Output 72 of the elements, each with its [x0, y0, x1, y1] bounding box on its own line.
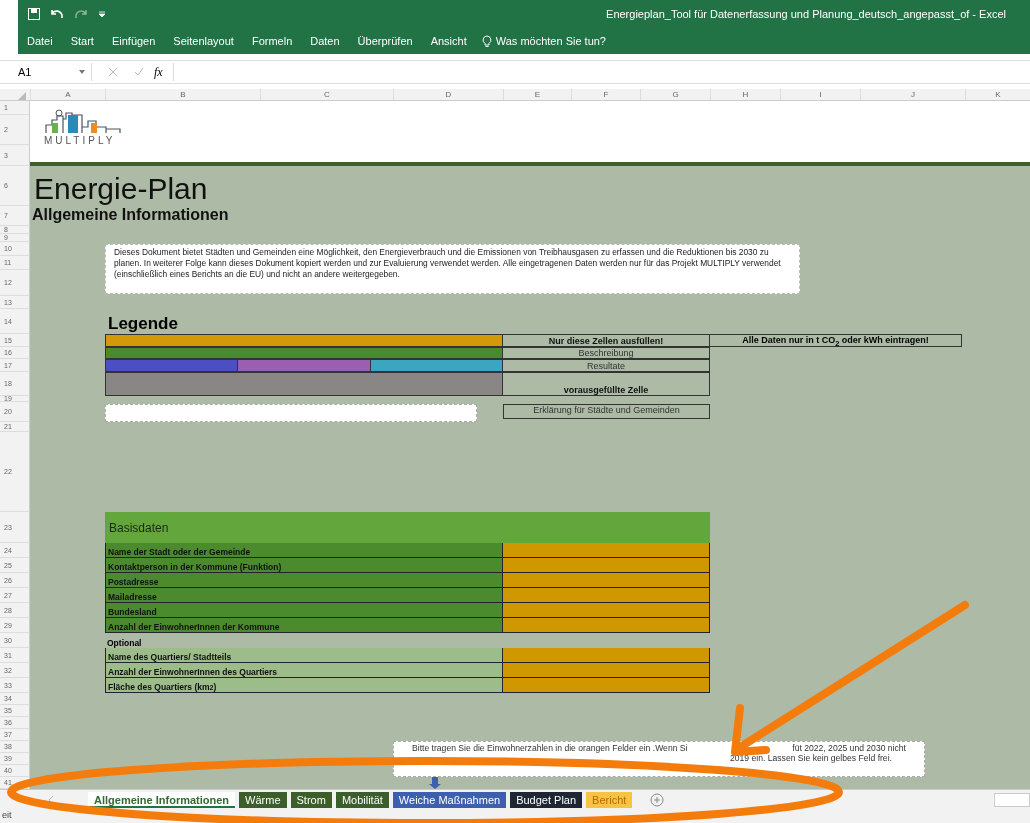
input-cell[interactable] — [503, 573, 710, 588]
legend-label: vorausgefüllte Zelle — [503, 372, 710, 396]
column-header[interactable]: E — [503, 89, 571, 100]
field-label: Name der Stadt oder der Gemeinde — [105, 543, 503, 558]
optional-label: Optional — [106, 638, 143, 648]
field-label: Anzahl der EinwohnerInnen des Quartiers — [105, 663, 503, 678]
column-header[interactable]: J — [860, 89, 965, 100]
undo-icon[interactable] — [50, 8, 64, 20]
sheet-tab[interactable]: Weiche Maßnahmen — [392, 792, 507, 808]
ribbon-tab[interactable]: Seitenlayout — [164, 35, 243, 47]
intro-text-box: Dieses Dokument bietet Städten und Gemeinden eine Möglichkeit, den Energieverbrauch und die Emissionen von Treibhausgasen zu erfassen und die Reduktionen bis 2030 zu planen. In weiterer Folge kann dieses Dokument kopiert werden und zur Evaluierung verwendet werden. Alle eingetragenen Daten werden nur für das Projekt MULTIPLY verwendet (einschließlich eines Berichts an die EU) und nicht an andere weitergegeben. — [105, 244, 800, 294]
ribbon-tab[interactable]: Einfügen — [102, 35, 165, 47]
ribbon-tab[interactable]: Ansicht — [421, 35, 476, 47]
tell-me-search[interactable]: Was möchten Sie tun? — [475, 33, 612, 49]
column-header[interactable]: D — [393, 89, 503, 100]
caret-icon — [79, 70, 85, 74]
ribbon-tab[interactable]: Start — [61, 35, 103, 47]
redo-icon[interactable] — [74, 8, 88, 20]
note-text: 2019 ein. Lassen Sie kein gelbes Feld frei. — [729, 753, 893, 763]
save-icon[interactable] — [28, 8, 40, 20]
input-cell[interactable] — [503, 663, 710, 678]
multiply-logo: MULTIPLY — [30, 101, 260, 166]
note-text: füt 2022, 2025 und 2030 nicht — [792, 743, 906, 753]
ribbon-tab[interactable]: Daten — [301, 35, 349, 47]
input-cell[interactable] — [503, 678, 710, 693]
input-cell[interactable] — [503, 558, 710, 573]
legend-title: Legende — [107, 314, 179, 334]
field-label: Anzahl der EinwohnerInnen der Kommune — [105, 618, 503, 633]
column-header[interactable]: C — [260, 89, 393, 100]
legend-label: Nur diese Zellen ausfüllen! — [503, 334, 710, 347]
legend-label: Resultate — [503, 359, 710, 372]
legend-note: Alle Daten nur in t CO$_{2}$ oder kWh eintragen! — [710, 334, 962, 347]
field-label: Bundesland — [105, 603, 503, 618]
horizontal-scrollbar[interactable] — [994, 793, 1030, 807]
input-cell[interactable] — [503, 618, 710, 633]
sheet-tab[interactable]: Allgemeine Informationen — [88, 792, 236, 808]
sheet-tab[interactable]: Budget Plan — [510, 792, 583, 808]
input-cell[interactable] — [503, 648, 710, 663]
field-label: Kontaktperson in der Kommune (Funktion) — [105, 558, 503, 573]
window-title: Energieplan_Tool für Datenerfassung und Planung_deutsch_angepasst_of - Excel — [606, 8, 1007, 20]
note-text: Bitte tragen Sie die Einwohnerzahlen in die orangen Felder ein .Wenn Si — [412, 743, 688, 753]
input-cell[interactable] — [503, 543, 710, 558]
column-header[interactable]: A — [30, 89, 105, 100]
insert-function-button[interactable]: fx — [154, 64, 163, 80]
column-header[interactable]: H — [710, 89, 780, 100]
legend-label: Beschreibung — [503, 347, 710, 359]
input-cell[interactable] — [503, 588, 710, 603]
field-label: Postadresse — [105, 573, 503, 588]
ribbon-tab[interactable]: Datei — [18, 35, 62, 47]
lightbulb-icon — [481, 34, 492, 48]
explanation-label: Erklärung für Städte und Gemeinden — [503, 404, 710, 419]
column-header[interactable]: K — [965, 89, 1030, 100]
sheet-title: Energie-Plan — [33, 172, 209, 206]
column-header[interactable]: F — [571, 89, 640, 100]
down-arrow-icon — [429, 777, 441, 789]
field-label: Name des Quartiers/ Stadtteils — [105, 648, 503, 663]
input-cell[interactable] — [503, 603, 710, 618]
name-box[interactable]: A1 — [0, 63, 92, 81]
column-header[interactable]: I — [780, 89, 860, 100]
ribbon-tab[interactable]: Formeln — [242, 35, 302, 47]
column-header[interactable]: B — [105, 89, 260, 100]
field-label: Mailadresse — [105, 588, 503, 603]
status-text: eit — [2, 810, 12, 820]
column-header[interactable]: G — [640, 89, 710, 100]
ribbon-tab[interactable]: Überprüfen — [348, 35, 422, 47]
check-icon[interactable] — [134, 67, 144, 77]
sheet-subtitle: Allgemeine Informationen — [31, 206, 230, 225]
sheet-tab[interactable]: Strom — [290, 792, 332, 808]
customize-caret-icon[interactable] — [98, 10, 106, 18]
basisdaten-header: Basisdaten — [105, 512, 710, 543]
sheet-tab[interactable]: Mobilität — [335, 792, 389, 808]
sheet-tab[interactable]: Wärme — [239, 792, 287, 808]
